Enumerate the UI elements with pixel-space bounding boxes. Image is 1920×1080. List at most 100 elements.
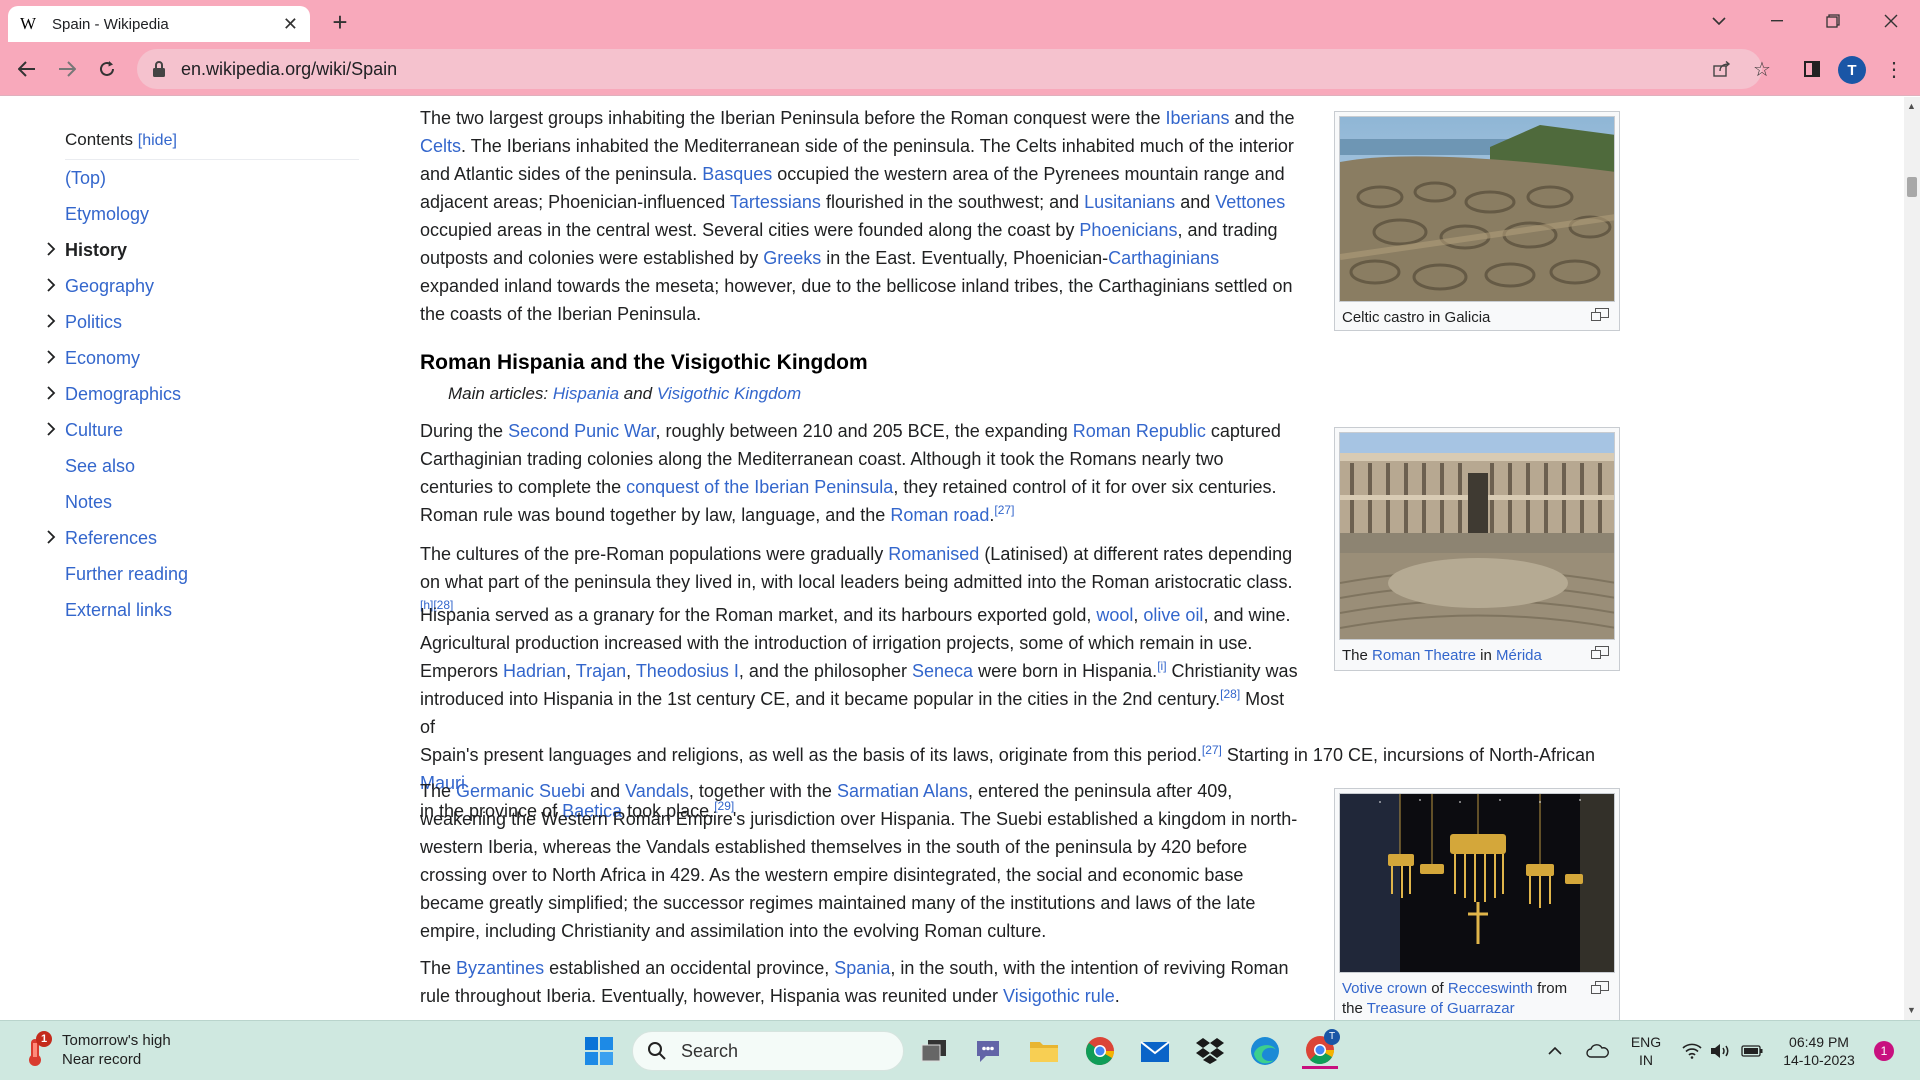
link-seneca[interactable]: Seneca xyxy=(912,661,973,681)
link-celts[interactable]: Celts xyxy=(420,136,461,156)
toc-item-top[interactable]: (Top) xyxy=(65,168,106,189)
address-bar[interactable]: en.wikipedia.org/wiki/Spain xyxy=(137,49,1762,89)
onedrive-cloud-icon[interactable] xyxy=(1584,1021,1612,1080)
link-tartessians[interactable]: Tartessians xyxy=(730,192,821,212)
share-icon[interactable] xyxy=(1704,51,1740,87)
link-roman-republic[interactable]: Roman Republic xyxy=(1073,421,1206,441)
edge-icon[interactable] xyxy=(1247,1033,1283,1069)
volume-icon[interactable] xyxy=(1708,1021,1734,1080)
close-tab-icon[interactable]: ✕ xyxy=(283,14,298,35)
link-hadrian[interactable]: Hadrian xyxy=(503,661,566,681)
link-treasure-of-guarrazar[interactable]: Treasure of Guarrazar xyxy=(1367,1000,1515,1017)
link-recceswinth[interactable]: Recceswinth xyxy=(1448,980,1533,997)
link-visigothic-kingdom[interactable]: Visigothic Kingdom xyxy=(657,384,801,403)
link-phoenicians[interactable]: Phoenicians xyxy=(1079,220,1177,240)
link-conquest-iberian-peninsula[interactable]: conquest of the Iberian Peninsula xyxy=(626,477,893,497)
citation[interactable]: [27] xyxy=(994,503,1014,517)
teams-chat-icon[interactable] xyxy=(970,1033,1006,1069)
link-merida[interactable]: Mérida xyxy=(1496,647,1542,664)
page-scrollbar[interactable]: ▲ ▼ xyxy=(1904,97,1920,1020)
back-button[interactable] xyxy=(9,51,45,87)
clock[interactable]: 06:49 PM 14-10-2023 xyxy=(1776,1021,1862,1080)
chevron-right-icon[interactable] xyxy=(46,530,60,549)
toc-item-notes[interactable]: Notes xyxy=(65,492,112,513)
link-carthaginians[interactable]: Carthaginians xyxy=(1108,248,1219,268)
side-panel-icon[interactable] xyxy=(1794,51,1830,87)
enlarge-icon[interactable] xyxy=(1591,308,1609,321)
windows-start-icon[interactable] xyxy=(581,1033,617,1069)
forward-button[interactable] xyxy=(49,51,85,87)
chevron-right-icon[interactable] xyxy=(46,242,60,261)
link-hispania[interactable]: Hispania xyxy=(553,384,619,403)
scroll-down-icon[interactable]: ▼ xyxy=(1907,1005,1916,1015)
link-spania[interactable]: Spania xyxy=(834,958,890,978)
enlarge-icon[interactable] xyxy=(1591,981,1609,994)
link-roman-road[interactable]: Roman road xyxy=(890,505,989,525)
link-trajan[interactable]: Trajan xyxy=(576,661,626,681)
toc-item-see-also[interactable]: See also xyxy=(65,456,135,477)
celtic-castro-image[interactable] xyxy=(1339,116,1615,302)
restore-button[interactable] xyxy=(1808,0,1858,42)
link-vandals[interactable]: Vandals xyxy=(625,781,689,801)
chevron-right-icon[interactable] xyxy=(46,386,60,405)
show-hidden-icons-chevron-up-icon[interactable] xyxy=(1542,1021,1568,1080)
taskbar-search[interactable]: Search xyxy=(632,1031,904,1071)
toc-item-history[interactable]: History xyxy=(65,240,127,261)
mail-icon[interactable] xyxy=(1137,1033,1173,1069)
toc-item-culture[interactable]: Culture xyxy=(65,420,123,441)
profile-avatar[interactable]: T xyxy=(1838,56,1866,84)
browser-tab[interactable]: W Spain - Wikipedia ✕ xyxy=(8,6,310,42)
link-vettones[interactable]: Vettones xyxy=(1215,192,1285,212)
link-germanic-suebi[interactable]: Germanic Suebi xyxy=(456,781,585,801)
link-wool[interactable]: wool xyxy=(1096,605,1133,625)
toc-item-references[interactable]: References xyxy=(65,528,157,549)
wifi-icon[interactable] xyxy=(1680,1021,1704,1080)
chrome-menu-icon[interactable]: ⋮ xyxy=(1876,51,1912,87)
link-votive-crown[interactable]: Votive crown xyxy=(1342,980,1427,997)
toc-item-geography[interactable]: Geography xyxy=(65,276,154,297)
toc-hide-link[interactable]: [hide] xyxy=(138,132,177,149)
link-romanised[interactable]: Romanised xyxy=(888,544,979,564)
scrollbar-thumb[interactable] xyxy=(1907,177,1917,197)
toc-item-economy[interactable]: Economy xyxy=(65,348,140,369)
link-olive-oil[interactable]: olive oil xyxy=(1143,605,1203,625)
toc-item-further-reading[interactable]: Further reading xyxy=(65,564,188,585)
enlarge-icon[interactable] xyxy=(1591,646,1609,659)
citation[interactable]: [27] xyxy=(1202,743,1222,757)
toc-item-politics[interactable]: Politics xyxy=(65,312,122,333)
roman-theatre-image[interactable] xyxy=(1339,432,1615,640)
minimize-button[interactable] xyxy=(1752,0,1802,42)
link-iberians[interactable]: Iberians xyxy=(1165,108,1229,128)
toc-item-external-links[interactable]: External links xyxy=(65,600,172,621)
notification-badge[interactable]: 1 xyxy=(1874,1041,1894,1061)
toc-item-etymology[interactable]: Etymology xyxy=(65,204,149,225)
language-indicator[interactable]: ENG IN xyxy=(1620,1021,1672,1080)
toc-item-demographics[interactable]: Demographics xyxy=(65,384,181,405)
chevron-right-icon[interactable] xyxy=(46,278,60,297)
chevron-right-icon[interactable] xyxy=(46,350,60,369)
citation[interactable]: [28] xyxy=(1220,687,1240,701)
task-view-icon[interactable] xyxy=(916,1033,952,1069)
link-lusitanians[interactable]: Lusitanians xyxy=(1084,192,1175,212)
link-basques[interactable]: Basques xyxy=(702,164,772,184)
close-window-button[interactable] xyxy=(1866,0,1916,42)
chevron-right-icon[interactable] xyxy=(46,314,60,333)
link-byzantines[interactable]: Byzantines xyxy=(456,958,544,978)
link-sarmatian-alans[interactable]: Sarmatian Alans xyxy=(837,781,968,801)
bookmark-star-icon[interactable]: ☆ xyxy=(1744,51,1780,87)
chevron-right-icon[interactable] xyxy=(46,422,60,441)
link-visigothic-rule[interactable]: Visigothic rule xyxy=(1003,986,1115,1006)
battery-icon[interactable] xyxy=(1738,1021,1766,1080)
tab-search-chevron-down-icon[interactable] xyxy=(1694,0,1744,42)
file-explorer-icon[interactable] xyxy=(1026,1033,1062,1069)
link-theodosius[interactable]: Theodosius I xyxy=(636,661,739,681)
chrome-icon[interactable] xyxy=(1082,1033,1118,1069)
scroll-up-icon[interactable]: ▲ xyxy=(1907,101,1916,111)
citation[interactable]: [i] xyxy=(1157,659,1166,673)
weather-widget[interactable]: 1 Tomorrow's high Near record xyxy=(22,1031,171,1069)
chrome-active-icon[interactable]: T xyxy=(1302,1029,1340,1069)
votive-crown-image[interactable] xyxy=(1339,793,1615,973)
link-greeks[interactable]: Greeks xyxy=(763,248,821,268)
link-roman-theatre[interactable]: Roman Theatre xyxy=(1372,647,1476,664)
new-tab-button[interactable]: + xyxy=(324,6,356,38)
